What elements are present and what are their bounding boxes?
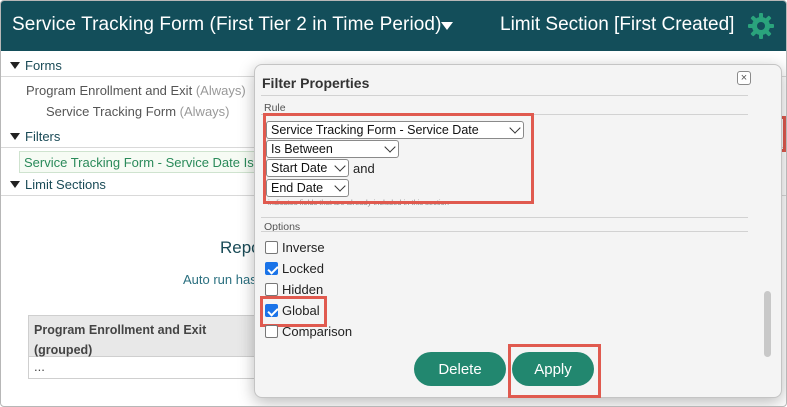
option-locked[interactable]: Locked xyxy=(265,261,324,276)
triangle-down-icon xyxy=(10,181,20,188)
highlight-global xyxy=(260,296,327,327)
delete-button[interactable]: Delete xyxy=(414,352,506,386)
gear-icon[interactable] xyxy=(746,11,776,41)
page-header: Service Tracking Form (First Tier 2 in T… xyxy=(1,1,786,51)
dialog-scrollbar[interactable] xyxy=(764,291,771,357)
divider xyxy=(261,231,748,232)
option-hidden[interactable]: Hidden xyxy=(265,282,323,297)
report-title-dropdown[interactable]: Service Tracking Form (First Tier 2 in T… xyxy=(12,14,442,36)
checkbox[interactable] xyxy=(265,241,278,254)
filter-item-service-date[interactable]: Service Tracking Form - Service Date Is … xyxy=(19,151,259,173)
caret-down-icon[interactable] xyxy=(441,22,453,30)
triangle-down-icon xyxy=(10,62,20,69)
option-inverse[interactable]: Inverse xyxy=(265,240,325,255)
limit-section-title: Limit Section [First Created] xyxy=(500,14,735,35)
form-item-service-tracking[interactable]: Service Tracking Form (Always) xyxy=(46,104,230,119)
checkbox-checked[interactable] xyxy=(265,262,278,275)
checkbox[interactable] xyxy=(265,325,278,338)
limit-sections-toggle[interactable]: Limit Sections xyxy=(10,177,106,192)
filters-section-toggle[interactable]: Filters xyxy=(10,129,60,144)
divider xyxy=(261,217,748,218)
form-item-enrollment[interactable]: Program Enrollment and Exit (Always) xyxy=(26,83,246,98)
auto-run-link[interactable]: Auto run has xyxy=(183,272,257,287)
highlight-rule xyxy=(263,113,534,204)
highlight-apply xyxy=(508,344,601,398)
close-icon[interactable]: × xyxy=(737,71,751,85)
grid-row: ... xyxy=(28,357,256,379)
divider xyxy=(261,95,748,96)
forms-section-toggle[interactable]: Forms xyxy=(10,58,62,73)
triangle-down-icon xyxy=(10,133,20,140)
grid-column-header: Program Enrollment and Exit (grouped) xyxy=(28,315,256,357)
option-comparison[interactable]: Comparison xyxy=(265,324,352,339)
dialog-title: Filter Properties xyxy=(262,75,370,91)
checkbox[interactable] xyxy=(265,283,278,296)
filter-properties-dialog: Filter Properties × Rule Service Trackin… xyxy=(254,64,782,398)
app-window: Service Tracking Form (First Tier 2 in T… xyxy=(0,0,787,407)
